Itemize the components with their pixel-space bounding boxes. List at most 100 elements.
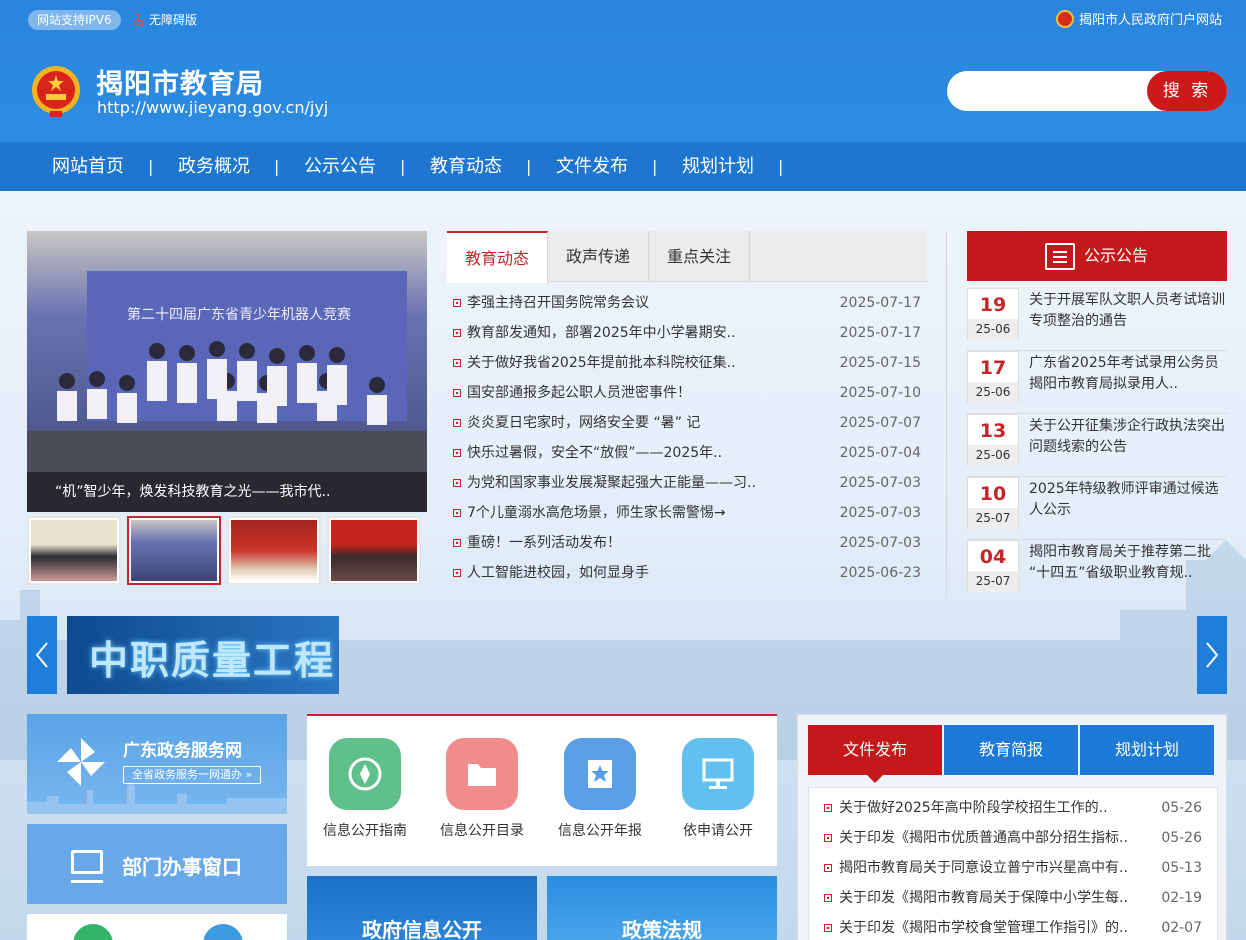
notice-item[interactable]: 04 25-07 揭阳市教育局关于推荐第二批 “十四五”省级职业教育规.. [967, 540, 1227, 603]
search-button[interactable]: 搜 索 [1147, 71, 1227, 111]
promo-next-button[interactable] [1197, 616, 1227, 694]
promo-prev-button[interactable] [27, 616, 57, 694]
document-date: 05-13 [1161, 860, 1202, 876]
notice-month: 25-06 [968, 445, 1018, 466]
gd-gov-service-link[interactable]: 广东政务服务网 全省政务服务一网通办 » [27, 714, 287, 814]
notice-item[interactable]: 17 25-06 广东省2025年考试录用公务员揭阳市教育局拟录用人.. [967, 351, 1227, 414]
news-carousel[interactable]: 第二十四届广东省青少年机器人竞赛 “机”智少年，焕发科技教育之光——我市代.. [27, 231, 427, 512]
tab-gov-voice[interactable]: 政声传递 [548, 231, 649, 282]
news-row[interactable]: 关于做好我省2025年提前批本科院校征集.. 2025-07-15 [447, 348, 927, 378]
news-row[interactable]: 教育部发通知，部署2025年中小学暑期安.. 2025-07-17 [447, 318, 927, 348]
carousel-thumb-1[interactable] [27, 516, 121, 585]
carousel-caption[interactable]: “机”智少年，焕发科技教育之光——我市代.. [27, 472, 427, 512]
news-title[interactable]: 重磅！一系列活动发布！ [467, 528, 787, 558]
tab-documents[interactable]: 文件发布 [808, 725, 942, 783]
notice-title[interactable]: 广东省2025年考试录用公务员揭阳市教育局拟录用人.. [1029, 353, 1227, 395]
service-icon-green[interactable] [73, 924, 113, 940]
nav-separator: | [274, 157, 280, 176]
document-row[interactable]: 关于做好2025年高中阶段学校招生工作的.. 05-26 [809, 793, 1217, 823]
search-box: 搜 索 [947, 71, 1227, 111]
news-row[interactable]: 李强主持召开国务院常务会议 2025-07-17 [447, 288, 927, 318]
document-title[interactable]: 揭阳市教育局关于同意设立普宁市兴星高中有.. [839, 853, 1129, 883]
notice-item[interactable]: 19 25-06 关于开展军队文职人员考试培训专项整治的通告 [967, 288, 1227, 351]
nav-home[interactable]: 网站首页 [52, 142, 124, 191]
document-title[interactable]: 关于做好2025年高中阶段学校招生工作的.. [839, 793, 1129, 823]
document-title[interactable]: 关于印发《揭阳市优质普通高中部分招生指标.. [839, 823, 1129, 853]
news-title[interactable]: 7个儿童溺水高危场景，师生家长需警惕→ [467, 498, 787, 528]
nav-edu-news[interactable]: 教育动态 [430, 142, 502, 191]
news-title[interactable]: 快乐过暑假，安全不“放假”——2025年.. [467, 438, 787, 468]
promo-banner[interactable]: 中职质量工程 [67, 616, 339, 694]
tab-key-focus[interactable]: 重点关注 [649, 231, 750, 282]
tab-plans[interactable]: 规划计划 [1080, 725, 1214, 775]
notice-title[interactable]: 揭阳市教育局关于推荐第二批 “十四五”省级职业教育规.. [1029, 542, 1227, 584]
nav-notices[interactable]: 公示公告 [304, 142, 376, 191]
info-disclosure-services: 信息公开指南 信息公开目录 信息公开年报 依申请公开 [307, 714, 777, 866]
news-date: 2025-07-17 [839, 325, 921, 341]
service-icon-blue[interactable] [203, 924, 243, 940]
document-date: 02-07 [1161, 920, 1202, 936]
news-title[interactable]: 李强主持召开国务院常务会议 [467, 288, 787, 318]
notice-header[interactable]: 公示公告 [967, 231, 1227, 281]
news-row[interactable]: 7个儿童溺水高危场景，师生家长需警惕→ 2025-07-03 [447, 498, 927, 528]
gov-info-disclosure-link[interactable]: 政府信息公开 [307, 876, 537, 940]
news-title[interactable]: 为党和国家事业发展凝聚起强大正能量——习.. [467, 468, 787, 498]
document-title[interactable]: 关于印发《揭阳市学校食堂管理工作指引》的.. [839, 913, 1129, 940]
gov-info-label: 政府信息公开 [362, 918, 482, 940]
nav-plans[interactable]: 规划计划 [682, 142, 754, 191]
site-header: 网站支持IPV6 无障碍版 揭阳市人民政府门户网站 揭阳市教育局 http://… [0, 0, 1246, 142]
notice-title[interactable]: 2025年特级教师评审通过候选人公示 [1029, 479, 1227, 521]
news-title[interactable]: 关于做好我省2025年提前批本科院校征集.. [467, 348, 787, 378]
bullet-icon [453, 389, 461, 397]
news-row[interactable]: 人工智能进校园，如何显身手 2025-06-23 [447, 558, 927, 588]
document-title[interactable]: 关于印发《揭阳市教育局关于保障中小学生每.. [839, 883, 1129, 913]
bullet-icon [453, 419, 461, 427]
bullet-icon [824, 834, 832, 842]
news-row[interactable]: 国安部通报多起公职人员泄密事件！ 2025-07-10 [447, 378, 927, 408]
service-catalog[interactable]: 信息公开目录 [427, 738, 537, 840]
document-row[interactable]: 关于印发《揭阳市教育局关于保障中小学生每.. 02-19 [809, 883, 1217, 913]
bullet-icon [453, 299, 461, 307]
nav-documents[interactable]: 文件发布 [556, 142, 628, 191]
notice-item[interactable]: 13 25-06 关于公开征集涉企行政执法突出问题线索的公告 [967, 414, 1227, 477]
notice-day: 10 [979, 483, 1007, 505]
nav-overview[interactable]: 政务概况 [178, 142, 250, 191]
notice-day: 04 [979, 546, 1007, 568]
document-row[interactable]: 关于印发《揭阳市优质普通高中部分招生指标.. 05-26 [809, 823, 1217, 853]
carousel-thumb-4[interactable] [327, 516, 421, 585]
service-guide[interactable]: 信息公开指南 [310, 738, 420, 840]
notice-day: 17 [979, 357, 1007, 379]
accessible-version-link[interactable]: 无障碍版 [132, 10, 197, 30]
accessibility-icon [134, 13, 145, 27]
news-row[interactable]: 重磅！一系列活动发布！ 2025-07-03 [447, 528, 927, 558]
document-row[interactable]: 关于印发《揭阳市学校食堂管理工作指引》的.. 02-07 [809, 913, 1217, 940]
document-row[interactable]: 揭阳市教育局关于同意设立普宁市兴星高中有.. 05-13 [809, 853, 1217, 883]
nav-separator: | [400, 157, 406, 176]
news-title[interactable]: 国安部通报多起公职人员泄密事件！ [467, 378, 787, 408]
notice-title[interactable]: 关于公开征集涉企行政执法突出问题线索的公告 [1029, 416, 1227, 458]
service-annual-report[interactable]: 信息公开年报 [545, 738, 655, 840]
news-row[interactable]: 炎炎夏日宅家时，网络安全要 “暑” 记 2025-07-07 [447, 408, 927, 438]
service-label: 依申请公开 [683, 823, 753, 839]
news-title[interactable]: 人工智能进校园，如何显身手 [467, 558, 787, 588]
notice-title[interactable]: 关于开展军队文职人员考试培训专项整治的通告 [1029, 290, 1227, 332]
tab-edu-briefs[interactable]: 教育简报 [944, 725, 1078, 775]
carousel-thumb-3[interactable] [227, 516, 321, 585]
bullet-icon [453, 359, 461, 367]
compass-icon [329, 738, 401, 810]
news-row[interactable]: 快乐过暑假，安全不“放假”——2025年.. 2025-07-04 [447, 438, 927, 468]
dept-service-window[interactable]: 部门办事窗口 [27, 824, 287, 904]
portal-link[interactable]: 揭阳市人民政府门户网站 [1055, 10, 1222, 31]
tab-edu-news[interactable]: 教育动态 [447, 231, 548, 283]
document-date: 05-26 [1161, 830, 1202, 846]
service-apply-disclosure[interactable]: 依申请公开 [663, 738, 773, 840]
policy-regulations-link[interactable]: 政策法规 [547, 876, 777, 940]
dept-service-title: 部门办事窗口 [122, 855, 242, 879]
search-input[interactable] [961, 81, 1141, 101]
news-title[interactable]: 教育部发通知，部署2025年中小学暑期安.. [467, 318, 787, 348]
news-row[interactable]: 为党和国家事业发展凝聚起强大正能量——习.. 2025-07-03 [447, 468, 927, 498]
carousel-thumb-2[interactable] [127, 516, 221, 585]
portal-label: 揭阳市人民政府门户网站 [1078, 13, 1222, 28]
notice-item[interactable]: 10 25-07 2025年特级教师评审通过候选人公示 [967, 477, 1227, 540]
news-title[interactable]: 炎炎夏日宅家时，网络安全要 “暑” 记 [467, 408, 787, 438]
